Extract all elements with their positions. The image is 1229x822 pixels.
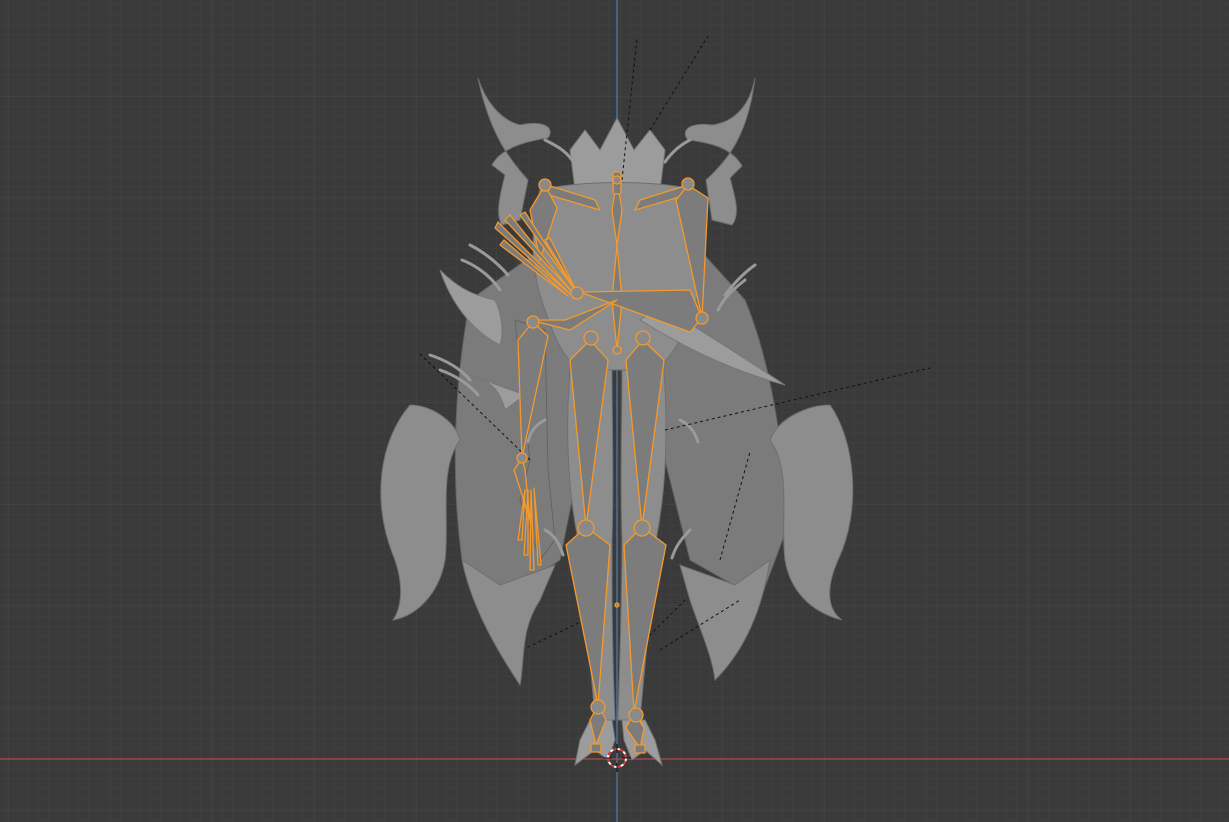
3d-viewport[interactable]	[0, 0, 1229, 822]
viewport-canvas[interactable]	[0, 0, 1229, 822]
toe-left-bone[interactable]	[590, 743, 602, 753]
toe-right-bone[interactable]	[634, 744, 646, 754]
